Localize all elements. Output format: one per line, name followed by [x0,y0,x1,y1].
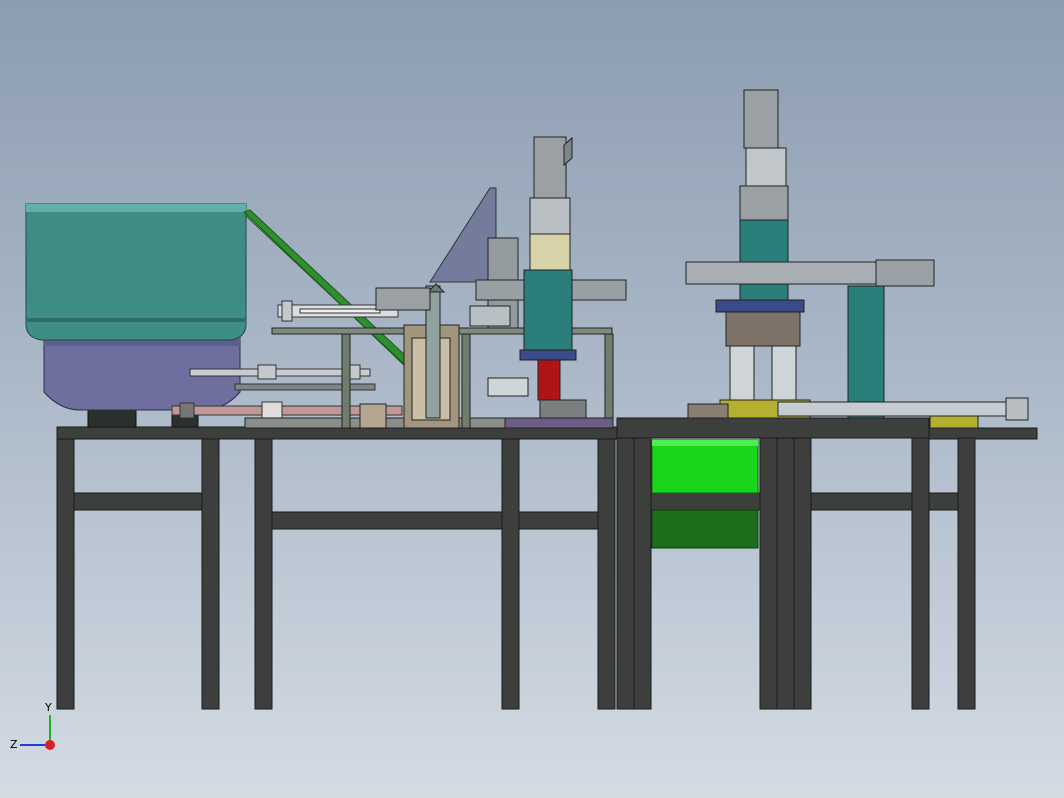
left-table-frame [56,426,618,710]
machine-assembly-drawing: Y Z [10,89,1038,751]
cad-viewport[interactable]: Y Z [0,0,1064,798]
vibratory-bowl-feeder [25,203,247,428]
right-gantry-station [685,89,1029,429]
triad-z-label: Z [10,738,18,751]
triad-y-label: Y [44,701,52,714]
coordinate-triad: Y Z [10,701,55,751]
left-press-station [519,136,577,401]
